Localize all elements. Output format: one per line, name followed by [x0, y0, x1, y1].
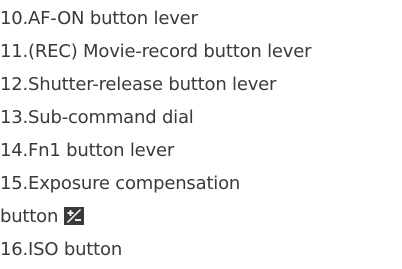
item-number: 15. — [0, 173, 29, 194]
item-number: 12. — [0, 74, 29, 95]
list-item: 12.Shutter-release button lever — [0, 68, 276, 101]
item-text: Sub-command dial — [28, 107, 194, 128]
item-text: AF-ON button lever — [28, 8, 198, 29]
list-item-continuation: button — [0, 200, 85, 233]
list-item: 16.ISO button — [0, 233, 122, 266]
item-text: ISO button — [28, 239, 123, 260]
item-text: (REC) Movie-record button lever — [28, 41, 312, 62]
list-item: 10.AF-ON button lever — [0, 2, 198, 35]
list-item: 14.Fn1 button lever — [0, 134, 174, 167]
item-number: 10. — [0, 8, 29, 29]
item-text: Fn1 button lever — [28, 140, 175, 161]
item-number: 14. — [0, 140, 29, 161]
item-text: button — [0, 206, 59, 227]
item-number: 11. — [0, 41, 29, 62]
item-number: 16. — [0, 239, 29, 260]
list-item: 15.Exposure compensation — [0, 167, 240, 200]
exposure-compensation-icon — [64, 203, 85, 225]
item-text: Shutter-release button lever — [28, 74, 277, 95]
list-item: 11.(REC) Movie-record button lever — [0, 35, 312, 68]
list-item: 13.Sub-command dial — [0, 101, 194, 134]
item-text: Exposure compensation — [28, 173, 241, 194]
item-number: 13. — [0, 107, 29, 128]
